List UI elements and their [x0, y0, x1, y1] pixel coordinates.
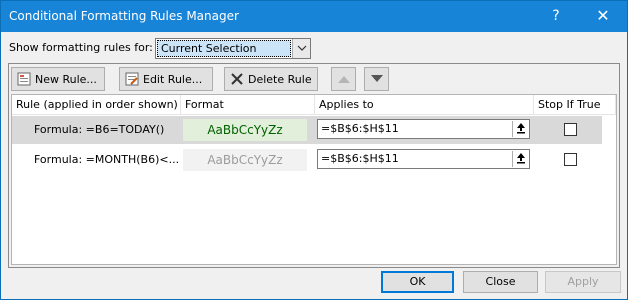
applies-to-field[interactable]: =$B$6:$H$11	[317, 119, 530, 139]
column-header-rule: Rule (applied in order shown)	[12, 95, 181, 115]
range-picker-icon[interactable]	[512, 121, 528, 137]
column-header-format: Format	[181, 95, 315, 115]
move-down-button[interactable]	[364, 67, 389, 91]
show-rules-label: Show formatting rules for:	[9, 41, 153, 54]
column-header-stop-if-true: Stop If True	[534, 95, 616, 115]
new-rule-label: New Rule...	[35, 73, 97, 86]
new-rule-button[interactable]: New Rule...	[11, 67, 105, 91]
close-icon[interactable]: ✕	[591, 5, 615, 27]
edit-rule-icon	[125, 72, 139, 86]
rules-panel: New Rule... Edit Rule... Delete Rule Rul…	[8, 63, 620, 268]
delete-rule-label: Delete Rule	[248, 73, 312, 86]
stop-if-true-checkbox[interactable]	[564, 123, 577, 136]
dialog-title: Conditional Formatting Rules Manager	[9, 9, 239, 23]
rules-table: Rule (applied in order shown) Format App…	[11, 94, 617, 265]
edit-rule-label: Edit Rule...	[143, 73, 203, 86]
edit-rule-button[interactable]: Edit Rule...	[119, 67, 213, 91]
chevron-down-icon[interactable]	[292, 39, 310, 58]
table-row[interactable]: Formula: =MONTH(B6)<... AaBbCcYyZz =$B$6…	[12, 146, 602, 174]
applies-to-value: =$B$6:$H$11	[321, 152, 399, 165]
arrow-up-icon	[338, 76, 350, 83]
rule-formula: Formula: =MONTH(B6)<...	[34, 153, 180, 166]
range-picker-icon[interactable]	[512, 151, 528, 167]
arrow-down-icon	[371, 75, 383, 82]
format-preview: AaBbCcYyZz	[183, 119, 307, 141]
move-up-button[interactable]	[331, 67, 356, 91]
close-button[interactable]: Close	[463, 271, 538, 293]
help-icon[interactable]: ?	[544, 5, 568, 27]
delete-rule-button[interactable]: Delete Rule	[224, 67, 318, 91]
title-bar[interactable]: Conditional Formatting Rules Manager ? ✕	[1, 1, 627, 32]
applies-to-field[interactable]: =$B$6:$H$11	[317, 149, 530, 169]
new-rule-icon	[17, 72, 31, 86]
stop-if-true-checkbox[interactable]	[564, 153, 577, 166]
show-rules-selected-value[interactable]: Current Selection	[157, 40, 291, 57]
apply-button[interactable]: Apply	[545, 271, 621, 293]
delete-icon	[230, 72, 244, 86]
table-row[interactable]: Formula: =B6=TODAY() AaBbCcYyZz =$B$6:$H…	[12, 116, 602, 144]
ok-button[interactable]: OK	[381, 271, 454, 293]
applies-to-value: =$B$6:$H$11	[321, 122, 399, 135]
show-rules-dropdown[interactable]: Current Selection	[155, 38, 311, 59]
format-preview: AaBbCcYyZz	[183, 149, 307, 171]
rule-formula: Formula: =B6=TODAY()	[34, 123, 165, 136]
column-header-applies-to: Applies to	[315, 95, 534, 115]
dialog-window: Conditional Formatting Rules Manager ? ✕…	[0, 0, 628, 300]
